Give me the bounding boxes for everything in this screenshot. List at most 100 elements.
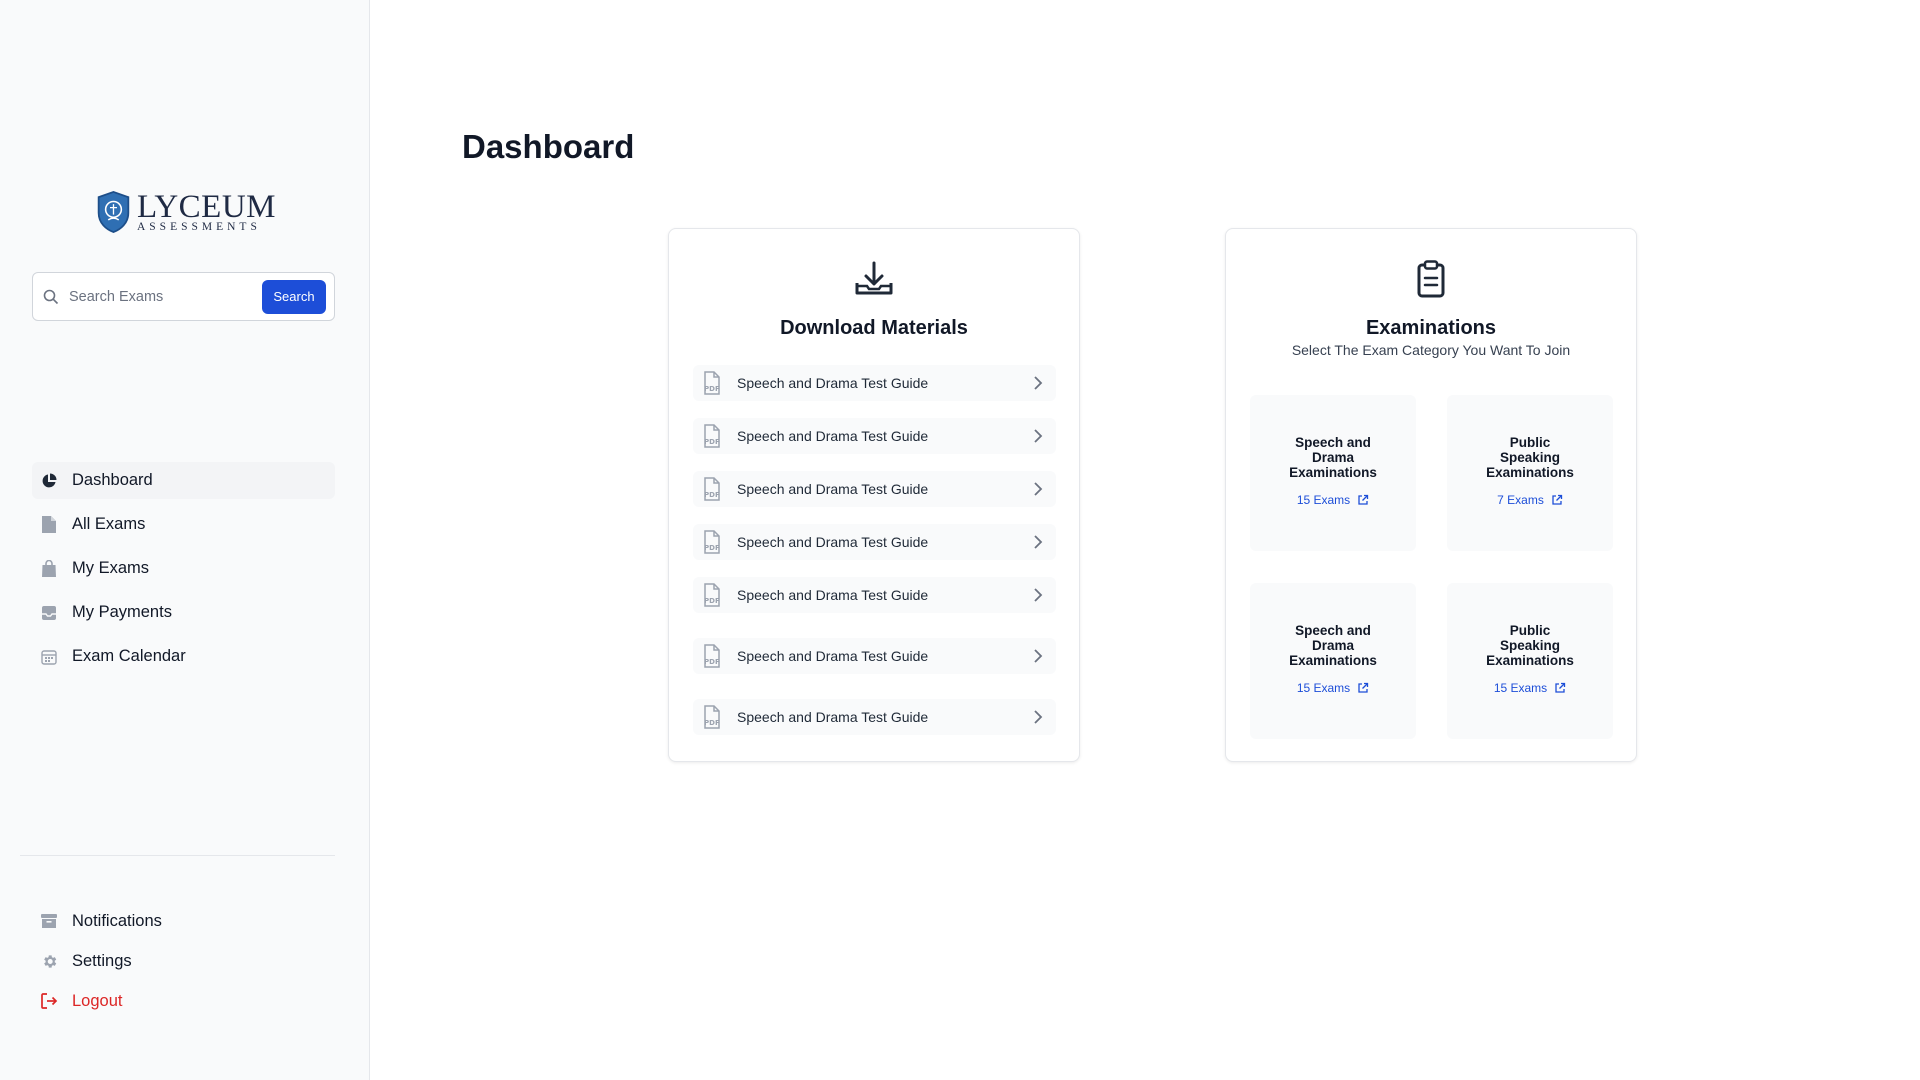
- exam-count-label: 15 Exams: [1296, 681, 1351, 695]
- pdf-file-icon: PDF: [704, 530, 720, 554]
- page-title: Dashboard: [462, 128, 635, 165]
- exam-category-tile[interactable]: Speech and Drama Examinations 15 Exams: [1250, 395, 1416, 551]
- search-bar: Search: [32, 272, 335, 321]
- exam-category-tile[interactable]: Public Speaking Examinations 7 Exams: [1447, 395, 1613, 551]
- pdf-file-icon: PDF: [704, 583, 720, 607]
- pdf-file-icon: PDF: [704, 477, 720, 501]
- chevron-right-icon: [1034, 429, 1043, 443]
- sidebar-item-notifications[interactable]: Notifications: [32, 904, 335, 938]
- gear-icon: [40, 952, 58, 970]
- material-label: Speech and Drama Test Guide: [737, 648, 929, 664]
- secondary-nav: Notifications Settings Logout: [32, 904, 335, 1024]
- category-title-line: Speech and: [1295, 435, 1371, 450]
- examinations-title: Examinations: [1365, 317, 1497, 339]
- external-link-icon: [1555, 682, 1566, 693]
- logout-button[interactable]: Logout: [32, 984, 335, 1018]
- search-button[interactable]: Search: [262, 279, 326, 314]
- material-label: Speech and Drama Test Guide: [737, 534, 929, 550]
- exam-category-title: Public Speaking Examinations: [1447, 623, 1613, 668]
- category-title-line: Public: [1509, 623, 1551, 638]
- external-link-icon: [1358, 494, 1369, 505]
- category-title-line: Examinations: [1289, 653, 1377, 668]
- category-title-line: Speaking: [1499, 450, 1561, 465]
- chevron-right-icon: [1034, 482, 1043, 496]
- pie-chart-icon: [40, 472, 58, 490]
- exam-count-link[interactable]: 7 Exams: [1447, 493, 1613, 507]
- exam-category-title: Speech and Drama Examinations: [1250, 623, 1416, 668]
- sidebar-item-label: Notifications: [72, 911, 162, 930]
- sidebar-item-my-exams[interactable]: My Exams: [32, 550, 335, 587]
- svg-text:PDF: PDF: [704, 491, 720, 499]
- exam-count-link[interactable]: 15 Exams: [1447, 681, 1613, 695]
- material-item[interactable]: PDF Speech and Drama Test Guide: [693, 418, 1056, 454]
- sidebar-item-label: My Payments: [72, 603, 172, 621]
- svg-text:PDF: PDF: [704, 719, 720, 727]
- material-label: Speech and Drama Test Guide: [737, 709, 929, 725]
- exam-category-title: Speech and Drama Examinations: [1250, 435, 1416, 480]
- material-item[interactable]: PDF Speech and Drama Test Guide: [693, 471, 1056, 507]
- material-item[interactable]: PDF Speech and Drama Test Guide: [693, 365, 1056, 401]
- category-title-line: Speech and: [1295, 623, 1371, 638]
- material-label: Speech and Drama Test Guide: [737, 481, 929, 497]
- sidebar-item-label: My Exams: [72, 559, 150, 577]
- inbox-icon: [40, 604, 58, 622]
- material-item[interactable]: PDF Speech and Drama Test Guide: [693, 577, 1056, 613]
- sidebar-item-dashboard[interactable]: Dashboard: [32, 462, 335, 499]
- pdf-file-icon: PDF: [704, 371, 720, 395]
- material-item[interactable]: PDF Speech and Drama Test Guide: [693, 638, 1056, 674]
- pdf-file-icon: PDF: [704, 644, 720, 668]
- sidebar-item-exam-calendar[interactable]: Exam Calendar: [32, 638, 335, 675]
- logo[interactable]: LYCEUM ASSESSMENTS: [96, 186, 276, 238]
- search-icon: [43, 289, 59, 304]
- brand-name: LYCEUM: [136, 188, 276, 225]
- svg-text:PDF: PDF: [704, 658, 720, 666]
- logout-icon: [40, 992, 58, 1010]
- clipboard-icon: [1417, 260, 1445, 298]
- download-materials-card: Download Materials PDF Speech and Drama …: [668, 228, 1080, 762]
- svg-text:PDF: PDF: [704, 385, 720, 393]
- category-title-line: Public: [1509, 435, 1551, 450]
- archive-box-icon: [40, 912, 58, 930]
- material-label: Speech and Drama Test Guide: [737, 375, 929, 391]
- sidebar-item-label: Exam Calendar: [72, 647, 186, 665]
- sidebar-item-label: Settings: [72, 951, 132, 970]
- sidebar-item-label: Dashboard: [72, 471, 153, 489]
- chevron-right-icon: [1034, 710, 1043, 724]
- category-title-line: Examinations: [1486, 465, 1574, 480]
- chevron-right-icon: [1034, 535, 1043, 549]
- material-label: Speech and Drama Test Guide: [737, 587, 929, 603]
- exam-category-tile[interactable]: Public Speaking Examinations 15 Exams: [1447, 583, 1613, 739]
- svg-text:PDF: PDF: [704, 597, 720, 605]
- chevron-right-icon: [1034, 376, 1043, 390]
- exam-count-link[interactable]: 15 Exams: [1250, 493, 1416, 507]
- sidebar: LYCEUM ASSESSMENTS Search Dashboard All …: [0, 0, 370, 1080]
- category-title-line: Drama: [1311, 450, 1355, 465]
- category-title-line: Examinations: [1289, 465, 1377, 480]
- external-link-icon: [1358, 682, 1369, 693]
- exam-count-link[interactable]: 15 Exams: [1250, 681, 1416, 695]
- download-tray-icon: [855, 261, 893, 295]
- chevron-right-icon: [1034, 649, 1043, 663]
- sidebar-item-label: Logout: [72, 991, 123, 1010]
- exam-category-tile[interactable]: Speech and Drama Examinations 15 Exams: [1250, 583, 1416, 739]
- main-nav: Dashboard All Exams My Exams My Payments…: [32, 462, 335, 682]
- material-item[interactable]: PDF Speech and Drama Test Guide: [693, 699, 1056, 735]
- sidebar-item-all-exams[interactable]: All Exams: [32, 506, 335, 543]
- category-title-line: Examinations: [1486, 653, 1574, 668]
- sidebar-divider: [20, 855, 335, 856]
- shield-crest-icon: [97, 190, 130, 234]
- document-icon: [40, 516, 58, 534]
- shopping-bag-icon: [40, 560, 58, 578]
- category-title-line: Speaking: [1499, 638, 1561, 653]
- chevron-right-icon: [1034, 588, 1043, 602]
- exam-count-label: 7 Exams: [1497, 493, 1544, 507]
- download-materials-title: Download Materials: [780, 317, 968, 339]
- search-input[interactable]: [67, 287, 262, 306]
- pdf-file-icon: PDF: [704, 705, 720, 729]
- sidebar-item-my-payments[interactable]: My Payments: [32, 594, 335, 631]
- sidebar-item-settings[interactable]: Settings: [32, 944, 335, 978]
- examinations-card: Examinations Select The Exam Category Yo…: [1225, 228, 1637, 762]
- material-item[interactable]: PDF Speech and Drama Test Guide: [693, 524, 1056, 560]
- examinations-subtitle: Select The Exam Category You Want To Joi…: [1291, 342, 1571, 358]
- sidebar-item-label: All Exams: [72, 515, 146, 533]
